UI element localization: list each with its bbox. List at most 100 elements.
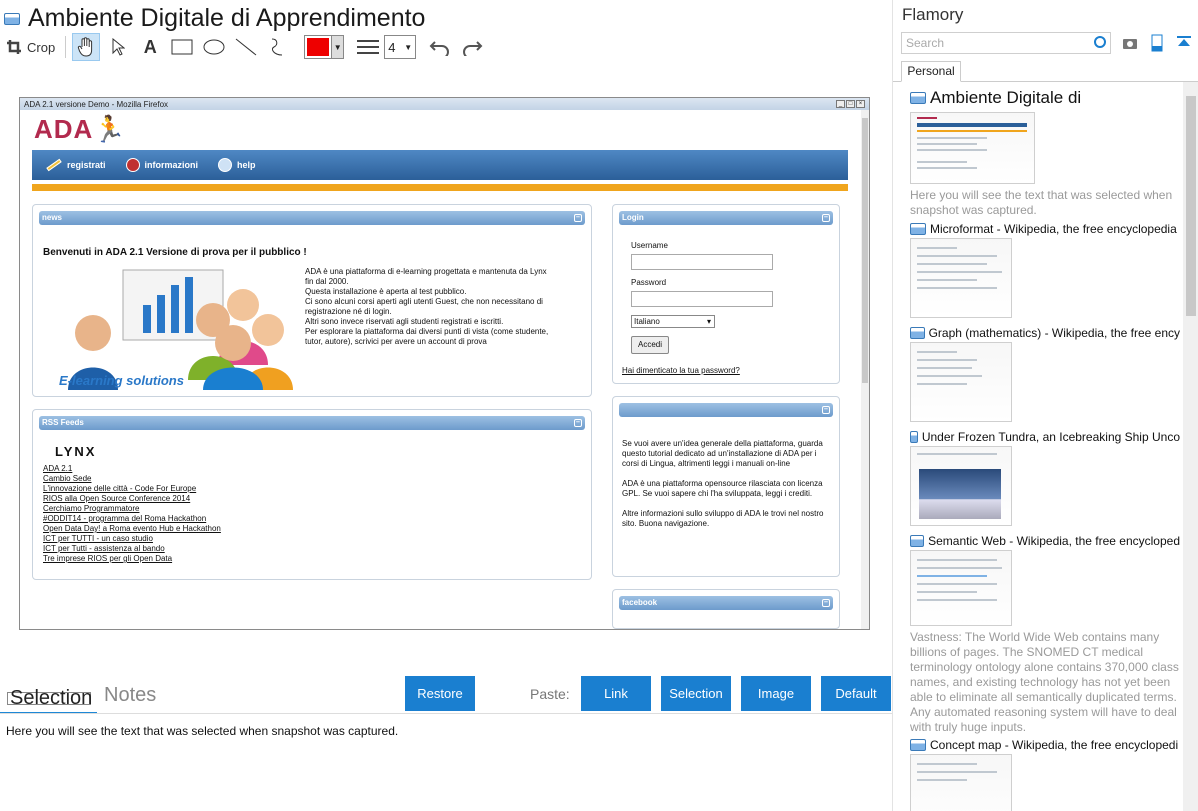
stroke-width-select[interactable]: 4 ▼ [384, 35, 417, 59]
rss-panel: RSS Feeds – LYNX ADA 2.1 Cambio Sede L'in… [32, 409, 592, 580]
main-panel: Ambiente Digitale di Apprendimento Crop … [0, 0, 892, 811]
facebook-panel: facebook – [612, 589, 840, 629]
username-label: Username [631, 241, 668, 250]
ellipse-icon [203, 39, 225, 55]
line-tool-button[interactable] [232, 33, 260, 61]
tab-selection[interactable]: Selection [7, 688, 92, 708]
line-icon [235, 38, 257, 56]
snapshot-image: ADA 2.1 versione Demo - Mozilla Firefox … [19, 97, 870, 630]
snapshot-list: Ambiente Digitale di Here you will see t… [893, 82, 1198, 811]
flamory-sidebar: Flamory Search Personal Ambiente Digital… [892, 0, 1198, 811]
window-icon [910, 739, 926, 751]
paste-image-button[interactable]: Image [741, 676, 811, 711]
info-icon [125, 158, 140, 172]
pencil-icon [46, 158, 62, 172]
item-title-row: Ambiente Digitale di [910, 88, 1180, 108]
chevron-down-icon: ▼ [331, 36, 344, 58]
elearning-illustration [68, 269, 293, 390]
freehand-icon [272, 38, 283, 56]
window-icon [910, 431, 918, 443]
facebook-header: facebook – [619, 596, 833, 610]
list-item[interactable]: Graph (mathematics) - Wikipedia, the fre… [910, 326, 1180, 422]
browser-scrollbar [861, 110, 869, 629]
hand-icon [78, 37, 93, 57]
paste-default-button[interactable]: Default [821, 676, 891, 711]
window-icon [910, 535, 925, 547]
list-item[interactable]: Semantic Web - Wikipedia, the free encyc… [910, 534, 1180, 735]
freehand-tool-button[interactable] [264, 33, 292, 61]
list-item[interactable]: Ambiente Digitale di Here you will see t… [910, 88, 1180, 218]
thumbnail [910, 550, 1012, 626]
item-title-row: Microformat - Wikipedia, the free encycl… [910, 222, 1180, 236]
stroke-width-value: 4 [388, 39, 396, 55]
color-picker[interactable]: ▼ [304, 35, 345, 59]
list-item: ICT per Tutti - assistenza al bando [43, 544, 165, 553]
lynx-logo: LYNX [55, 444, 97, 459]
list-item: Tre imprese RIOS per gli Open Data [43, 554, 173, 563]
list-item: ICT per TUTTI - un caso studio [43, 534, 153, 543]
list-item: Cambio Sede [43, 474, 92, 483]
list-item[interactable]: Under Frozen Tundra, an Icebreaking Ship… [910, 430, 1180, 526]
list-item[interactable]: Concept map - Wikipedia, the free encycl… [910, 738, 1180, 811]
crop-label: Crop [27, 39, 56, 55]
password-field [631, 291, 773, 307]
page-title: Ambiente Digitale di Apprendimento [28, 4, 426, 32]
rss-list: ADA 2.1 Cambio Sede L'innovazione delle … [43, 464, 221, 564]
stroke-width-icon [354, 33, 382, 61]
search-icon[interactable] [1094, 36, 1106, 48]
pointer-tool-button[interactable] [104, 33, 132, 61]
rss-header: RSS Feeds – [39, 416, 585, 430]
login-panel: Login – Username Password Italiano ▾ Acce… [612, 204, 840, 384]
redo-button[interactable] [458, 33, 486, 61]
selection-text[interactable]: Here you will see the text that was sele… [6, 724, 398, 738]
cursor-icon [112, 38, 126, 56]
sidebar-scrollbar[interactable] [1183, 82, 1198, 811]
username-field [631, 254, 773, 270]
item-description: Here you will see the text that was sele… [910, 188, 1173, 217]
restore-button[interactable]: Restore [405, 676, 475, 711]
item-title-row: Graph (mathematics) - Wikipedia, the fre… [910, 326, 1180, 340]
camera-icon[interactable] [1122, 34, 1138, 52]
collapse-icon[interactable] [1176, 34, 1192, 52]
annotation-toolbar: Crop A ▼ 4 ▼ [6, 33, 490, 61]
color-swatch [307, 38, 330, 56]
text-tool-button[interactable]: A [136, 33, 164, 61]
undo-button[interactable] [426, 33, 454, 61]
bottom-bar: Selection Notes Restore Paste: Link Sele… [0, 676, 892, 714]
nav-help: help [218, 158, 256, 172]
list-item[interactable]: Microformat - Wikipedia, the free encycl… [910, 222, 1180, 318]
paste-selection-button[interactable]: Selection [661, 676, 731, 711]
login-submit: Accedi [631, 336, 669, 354]
news-text: ADA è una piattaforma di e-learning prog… [305, 267, 549, 346]
language-select: Italiano ▾ [631, 315, 715, 328]
crop-button[interactable]: Crop [6, 33, 55, 61]
redo-icon [463, 41, 483, 56]
browser-title: ADA 2.1 versione Demo - Mozilla Firefox [24, 99, 169, 109]
tab-personal[interactable]: Personal [901, 61, 961, 82]
ellipse-tool-button[interactable] [200, 33, 228, 61]
nav-registrati: registrati [46, 158, 106, 172]
info-header: – [619, 403, 833, 417]
news-heading: Benvenuti in ADA 2.1 Versione di prova p… [43, 247, 307, 258]
item-title-row: Semantic Web - Wikipedia, the free encyc… [910, 534, 1180, 548]
search-placeholder: Search [906, 36, 945, 50]
tab-notes[interactable]: Notes [104, 684, 156, 707]
search-input[interactable]: Search [901, 32, 1111, 54]
ada-navbar: registrati informazioni help [32, 150, 848, 180]
password-label: Password [631, 278, 667, 287]
paste-label: Paste: [530, 686, 570, 702]
item-description: Vastness: The World Wide Web contains ma… [910, 630, 1179, 734]
list-item: Open Data Day! a Roma evento Hub e Hacka… [43, 524, 221, 533]
item-title-row: Under Frozen Tundra, an Icebreaking Ship… [910, 430, 1180, 444]
thumbnail [910, 446, 1012, 526]
list-item: L'innovazione delle città - Code For Eur… [43, 484, 197, 493]
window-controls: _ □ × [836, 100, 865, 108]
orange-stripe [32, 184, 848, 191]
paste-link-button[interactable]: Link [581, 676, 651, 711]
document-icon[interactable] [1149, 34, 1165, 52]
scroll-thumb[interactable] [1186, 96, 1196, 316]
rectangle-tool-button[interactable] [168, 33, 196, 61]
browser-titlebar: ADA 2.1 versione Demo - Mozilla Firefox … [20, 98, 869, 110]
list-item: RIOS alla Open Source Conference 2014 [43, 494, 191, 503]
hand-tool-button[interactable] [72, 33, 101, 61]
